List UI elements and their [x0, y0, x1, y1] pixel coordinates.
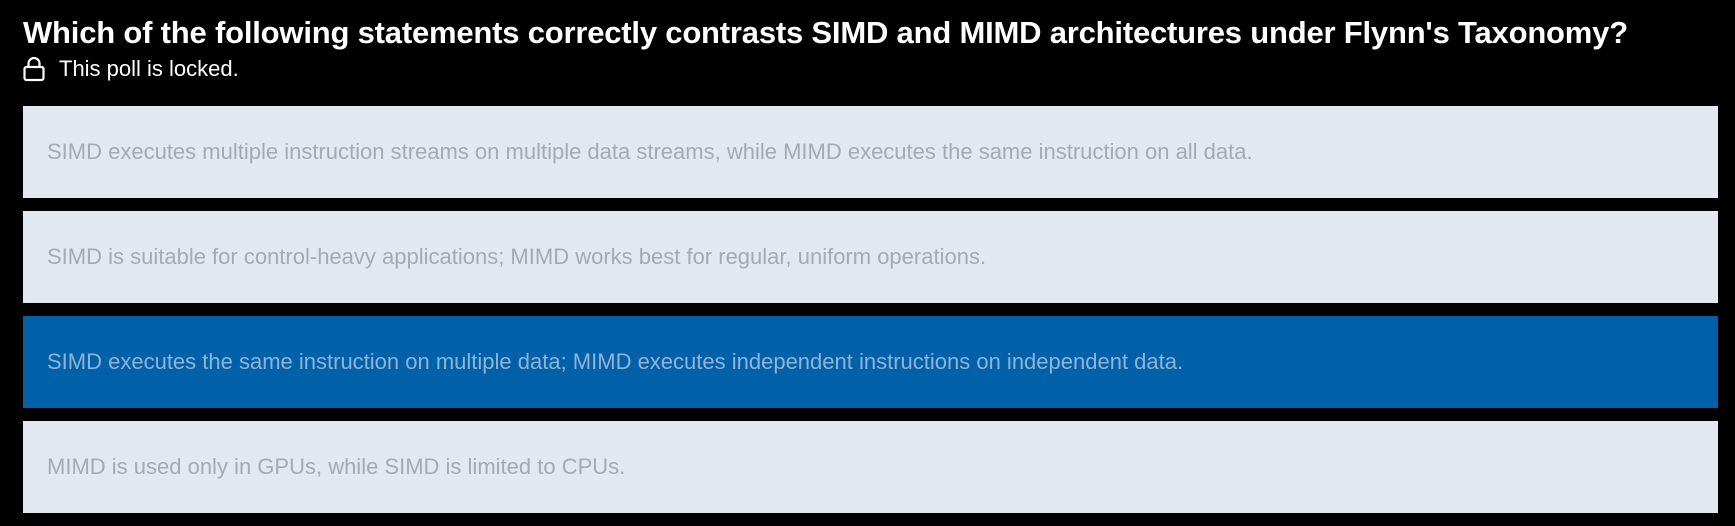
poll-option-label: MIMD is used only in GPUs, while SIMD is…	[47, 454, 626, 479]
lock-icon	[23, 56, 45, 82]
poll-option-3-selected[interactable]: SIMD executes the same instruction on mu…	[23, 316, 1718, 408]
poll-status: This poll is locked.	[23, 54, 1718, 84]
poll-option-label: SIMD executes the same instruction on mu…	[47, 349, 1184, 374]
poll-option-label: SIMD is suitable for control-heavy appli…	[47, 244, 987, 269]
poll-container: Which of the following statements correc…	[23, 0, 1718, 513]
poll-status-text: This poll is locked.	[59, 56, 239, 81]
poll-option-1[interactable]: SIMD executes multiple instruction strea…	[23, 106, 1718, 198]
poll-option-4[interactable]: MIMD is used only in GPUs, while SIMD is…	[23, 421, 1718, 513]
poll-question: Which of the following statements correc…	[23, 15, 1628, 50]
poll-options: SIMD executes multiple instruction strea…	[23, 106, 1718, 526]
poll-option-label: SIMD executes multiple instruction strea…	[47, 139, 1253, 164]
poll-option-2[interactable]: SIMD is suitable for control-heavy appli…	[23, 211, 1718, 303]
